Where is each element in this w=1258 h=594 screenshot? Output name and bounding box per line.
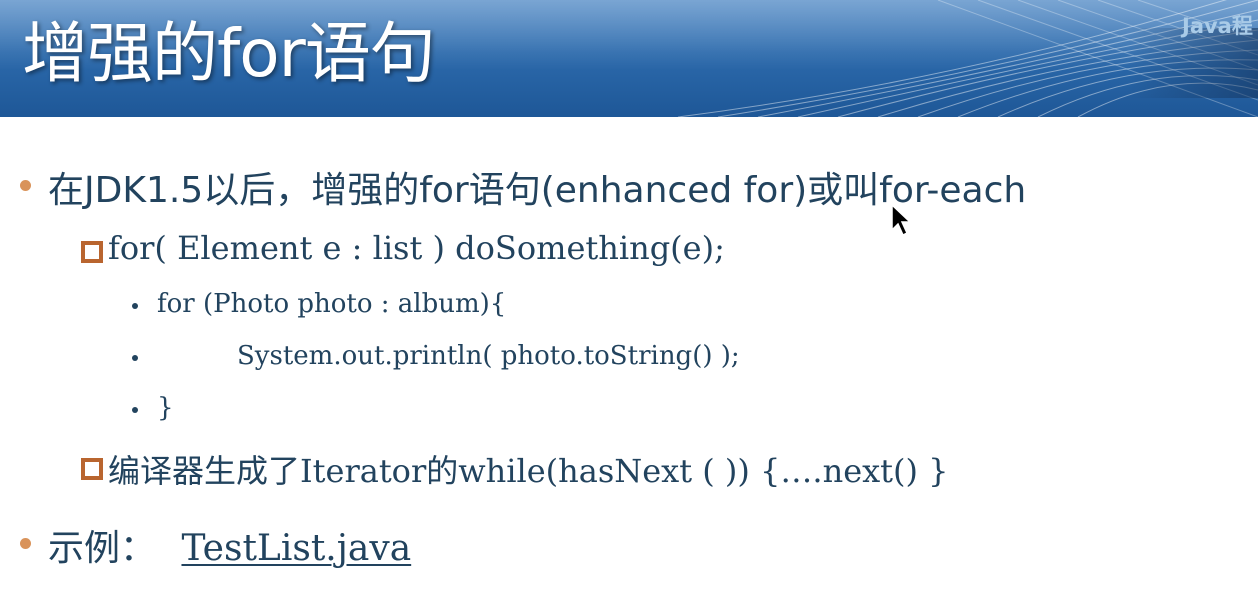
testlist-link[interactable]: TestList.java: [181, 528, 411, 569]
dot-bullet-icon: [132, 407, 138, 413]
dot-bullet-icon: [132, 303, 138, 309]
slide-header: 增强的for语句 Java程: [0, 0, 1258, 117]
bullet-example: 示例： TestList.java: [48, 519, 411, 571]
slide-title: 增强的for语句: [22, 15, 436, 92]
bullet-enhanced-for: 在JDK1.5以后，增强的for语句(enhanced for)或叫for-ea…: [48, 170, 1027, 211]
square-bullet-icon: [81, 458, 103, 480]
circle-bullet-icon: [20, 180, 31, 191]
code-line-println: System.out.println( photo.toString() );: [237, 341, 740, 371]
slide-content: 在JDK1.5以后，增强的for语句(enhanced for)或叫for-ea…: [0, 117, 1258, 594]
code-line-close: }: [157, 393, 174, 423]
circle-bullet-icon: [20, 538, 31, 549]
sub-bullet-syntax: for( Element e : list ) doSomething(e);: [108, 229, 725, 267]
example-label: 示例：: [48, 528, 157, 569]
mouse-pointer-icon: [891, 204, 912, 237]
dot-bullet-icon: [132, 355, 138, 361]
brand-logo-text: Java程: [1182, 14, 1253, 38]
code-line-for: for (Photo photo : album){: [157, 289, 507, 319]
sub-bullet-compiler: 编译器生成了Iterator的while(hasNext ( )) {….nex…: [108, 452, 949, 490]
square-bullet-icon: [81, 241, 103, 263]
